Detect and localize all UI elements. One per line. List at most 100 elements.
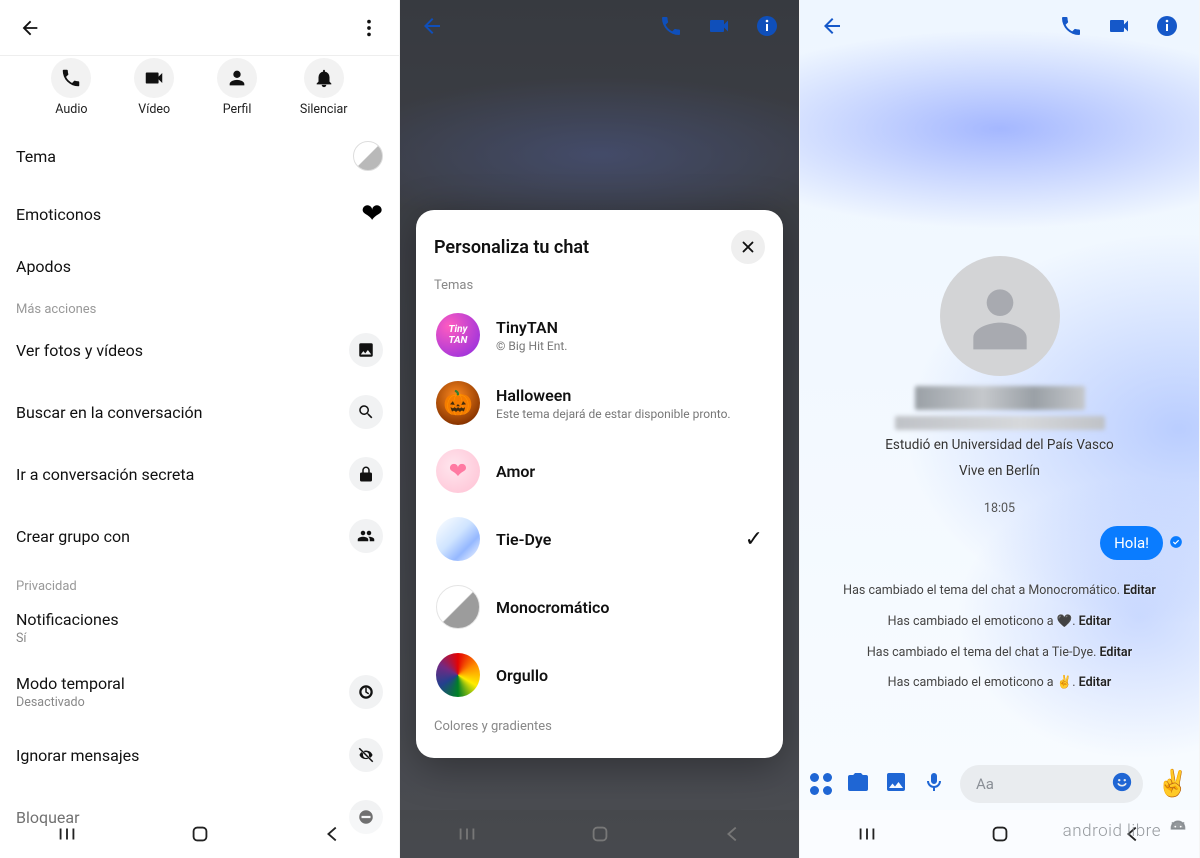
chat-content[interactable]: Estudió en Universidad del País Vasco Vi… [800,56,1199,758]
action-mute[interactable]: Silenciar [300,58,348,117]
call-button[interactable] [659,14,683,42]
row-group[interactable]: Crear grupo con [16,505,383,567]
contact-sub-redacted [895,416,1105,430]
action-video-label: Vídeo [138,102,170,117]
edit-link[interactable]: Editar [1079,614,1112,629]
close-icon [739,238,757,256]
back-nav-icon[interactable] [1122,823,1144,845]
row-emoticons-label: Emoticonos [16,205,101,224]
back-nav-icon[interactable] [722,823,744,845]
theme-tiedye[interactable]: Tie-Dye ✓ [434,505,765,573]
theme-halloween[interactable]: 🎃 Halloween Este tema dejará de estar di… [434,369,765,437]
chat-header-dimmed [400,0,799,56]
row-ignore[interactable]: Ignorar mensajes [16,724,383,786]
more-vert-icon [358,17,380,39]
message-input-placeholder: Aa [976,775,994,793]
theme-swatch-tiedye-icon [436,517,480,561]
edit-link[interactable]: Editar [1099,645,1132,660]
section-privacy: Privacidad [16,567,383,596]
timer-icon [357,683,375,701]
delivered-icon [1169,534,1183,553]
theme-swatch-halloween-icon: 🎃 [436,381,480,425]
edit-link[interactable]: Editar [1079,675,1112,690]
theme-swatch-icon [353,141,383,171]
action-video[interactable]: Vídeo [134,58,174,117]
row-notifications[interactable]: Notificaciones Sí [16,596,383,660]
theme-orgullo[interactable]: Orgullo [434,641,765,709]
camera-button[interactable] [846,770,870,798]
home-icon[interactable] [189,823,211,845]
recents-icon[interactable] [56,823,78,845]
home-icon[interactable] [989,823,1011,845]
theme-swatch-pride-icon [436,653,480,697]
nav-bar [800,810,1199,858]
recents-icon[interactable] [856,823,878,845]
theme-orgullo-label: Orgullo [496,666,763,685]
row-ignore-label: Ignorar mensajes [16,746,139,765]
arrow-left-icon [19,17,41,39]
image-icon [357,341,375,359]
settings-header [0,0,399,56]
row-secret-label: Ir a conversación secreta [16,465,194,484]
theme-swatch-mono-icon [436,585,480,629]
back-nav-icon[interactable] [322,823,344,845]
row-search-label: Buscar en la conversación [16,403,202,422]
info-button[interactable] [755,14,779,42]
row-photos[interactable]: Ver fotos y vídeos [16,319,383,381]
close-button[interactable] [731,230,765,264]
back-button[interactable] [820,14,844,42]
person-icon [226,67,248,89]
timestamp: 18:05 [984,501,1015,516]
row-secret[interactable]: Ir a conversación secreta [16,443,383,505]
theme-halloween-label: Halloween [496,386,763,405]
row-theme[interactable]: Tema [16,127,383,185]
row-emoticons[interactable]: Emoticonos ❤ [16,185,383,243]
reaction-button[interactable]: ✌️ [1157,769,1189,799]
contact-name-redacted [915,386,1085,410]
theme-halloween-sub: Este tema dejará de estar disponible pro… [496,407,763,421]
chat-header [800,0,1199,56]
video-call-button[interactable] [1107,14,1131,42]
group-icon [357,527,375,545]
quick-actions: Audio Vídeo Perfil Silenciar [0,56,399,127]
theme-swatch-tinytan-icon: TinyTAN [436,313,480,357]
row-temp-sub: Desactivado [16,695,125,710]
theme-tiedye-label: Tie-Dye [496,530,729,549]
action-profile[interactable]: Perfil [217,58,257,117]
message-bubble[interactable]: Hola! [1100,526,1163,560]
theme-mono-label: Monocromático [496,598,763,617]
action-mute-label: Silenciar [300,102,348,117]
theme-amor[interactable]: ❤ Amor [434,437,765,505]
gallery-button[interactable] [884,770,908,798]
theme-swatch-amor-icon: ❤ [436,449,480,493]
action-profile-label: Perfil [223,102,252,117]
home-icon[interactable] [589,823,611,845]
video-icon [143,67,165,89]
recents-icon[interactable] [456,823,478,845]
theme-picker-pane: Personaliza tu chat Temas TinyTAN TinyTA… [400,0,800,858]
nav-bar [400,810,799,858]
back-button[interactable] [420,14,444,42]
video-call-button[interactable] [707,14,731,42]
edit-link[interactable]: Editar [1123,583,1156,598]
info-button[interactable] [1155,14,1179,42]
message-input[interactable]: Aa [960,765,1143,803]
row-temp-mode[interactable]: Modo temporal Desactivado [16,660,383,724]
mic-button[interactable] [922,770,946,798]
row-search[interactable]: Buscar en la conversación [16,381,383,443]
back-button[interactable] [14,12,46,44]
action-audio[interactable]: Audio [51,58,91,117]
colors-section-label: Colores y gradientes [434,719,765,734]
theme-tinytan[interactable]: TinyTAN TinyTAN © Big Hit Ent. [434,301,765,369]
avatar[interactable] [940,256,1060,376]
section-more-actions: Más acciones [16,290,383,319]
emoji-button[interactable] [1111,771,1133,797]
row-nicknames[interactable]: Apodos [16,243,383,290]
more-button[interactable] [353,12,385,44]
apps-button[interactable] [810,773,832,795]
theme-sheet: Personaliza tu chat Temas TinyTAN TinyTA… [416,210,783,758]
theme-mono[interactable]: Monocromático [434,573,765,641]
call-button[interactable] [1059,14,1083,42]
theme-tinytan-sub: © Big Hit Ent. [496,339,763,353]
eye-off-icon [357,746,375,764]
